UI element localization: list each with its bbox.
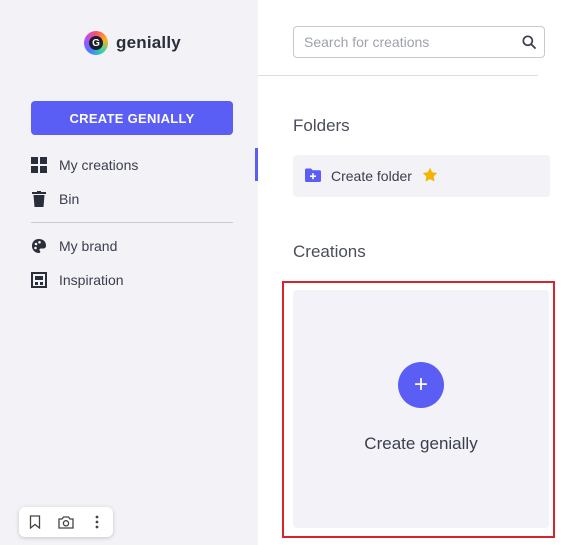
search-box xyxy=(293,26,545,58)
sidebar-item-bin[interactable]: Bin xyxy=(31,187,231,211)
inspiration-icon xyxy=(31,272,47,288)
palette-icon xyxy=(31,238,47,254)
creations-title: Creations xyxy=(293,242,366,261)
sidebar-item-label: Bin xyxy=(59,191,80,207)
sidebar-item-label: My creations xyxy=(59,157,139,173)
create-folder-label: Create folder xyxy=(331,168,412,184)
sidebar-item-inspiration[interactable]: Inspiration xyxy=(31,268,231,292)
floating-toolbar xyxy=(19,507,113,537)
folders-title: Folders xyxy=(293,116,350,135)
search-icon[interactable] xyxy=(514,35,544,49)
active-nav-indicator xyxy=(255,148,258,181)
search-input[interactable] xyxy=(294,33,514,51)
grid-icon xyxy=(31,157,47,173)
sidebar-divider xyxy=(31,222,233,223)
sidebar-item-my-creations[interactable]: My creations xyxy=(31,153,231,177)
star-icon xyxy=(422,167,438,186)
camera-icon[interactable] xyxy=(55,511,77,533)
sidebar-item-label: My brand xyxy=(59,238,118,254)
sidebar-item-label: Inspiration xyxy=(59,272,124,288)
create-folder-button[interactable]: Create folder xyxy=(293,155,550,197)
header-divider xyxy=(258,75,538,76)
highlight-box xyxy=(282,281,555,538)
sidebar: G genially CREATE GENIALLY My creations … xyxy=(0,0,258,545)
genially-logo-icon: G xyxy=(84,31,108,55)
folder-plus-icon xyxy=(305,168,321,185)
bookmark-icon[interactable] xyxy=(24,511,46,533)
more-options-icon[interactable] xyxy=(86,511,108,533)
create-genially-button[interactable]: CREATE GENIALLY xyxy=(31,101,233,135)
trash-icon xyxy=(31,191,47,207)
genially-logo[interactable]: G genially xyxy=(84,28,181,58)
logo-text: genially xyxy=(116,33,181,52)
sidebar-item-my-brand[interactable]: My brand xyxy=(31,234,231,258)
